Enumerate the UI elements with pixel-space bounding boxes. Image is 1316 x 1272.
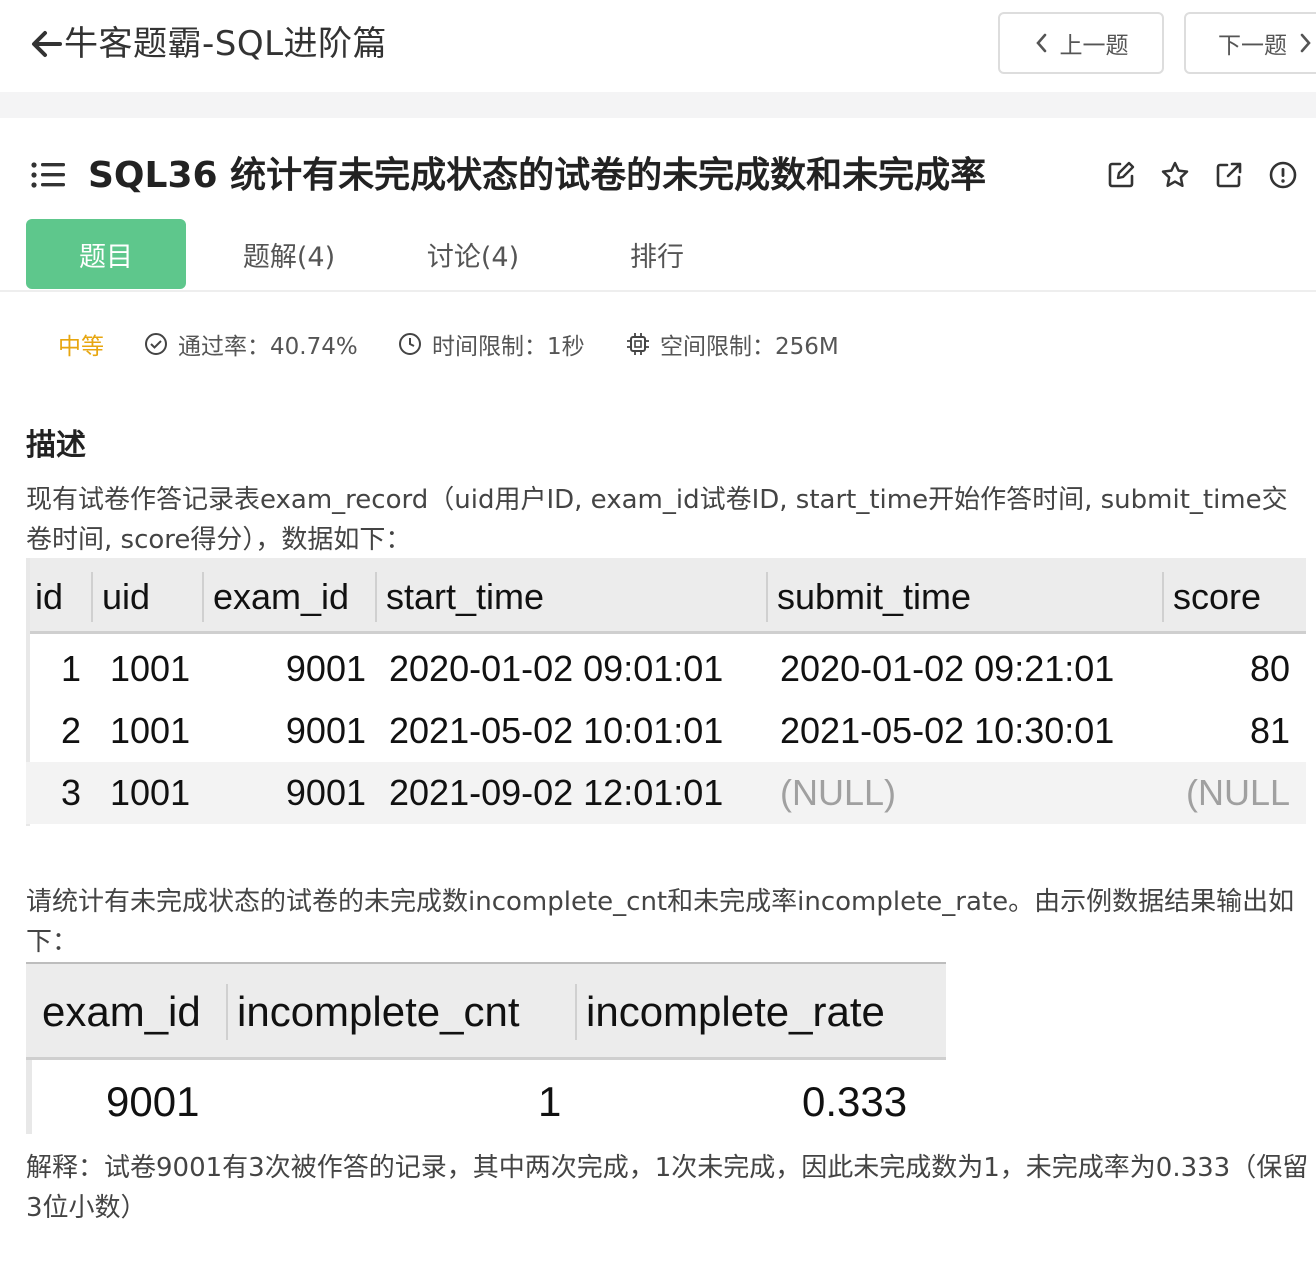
column-header: incomplete_rate bbox=[575, 984, 885, 1040]
top-bar: 牛客题霸-SQL进阶篇 上一题 下一题 bbox=[0, 0, 1316, 92]
back-link[interactable]: 牛客题霸-SQL进阶篇 bbox=[30, 22, 387, 66]
tab-solutions[interactable]: 题解(4) bbox=[214, 219, 364, 289]
result-table: exam_id incomplete_cnt incomplete_rate 9… bbox=[26, 962, 946, 1134]
table-cell: 9001 bbox=[285, 648, 366, 689]
table-header: exam_id incomplete_cnt incomplete_rate bbox=[26, 962, 946, 1060]
clock-icon bbox=[399, 333, 421, 355]
difficulty-badge: 中等 bbox=[58, 334, 104, 360]
table-cell: 1 bbox=[538, 1078, 562, 1125]
column-header: uid bbox=[91, 572, 150, 622]
table-cell: 2 bbox=[60, 710, 81, 751]
space-limit: 空间限制：256M bbox=[626, 324, 839, 364]
table-cell: 9001 bbox=[285, 710, 366, 751]
arrow-left-icon[interactable] bbox=[30, 22, 64, 66]
tab-problem[interactable]: 题目 bbox=[26, 219, 186, 289]
table-cell: 2021-09-02 12:01:01 bbox=[389, 772, 724, 813]
next-question-label: 下一题 bbox=[1218, 33, 1287, 59]
pass-rate-text: 通过率：40.74% bbox=[178, 334, 358, 360]
table-cell: 2021-05-02 10:01:01 bbox=[389, 710, 724, 751]
column-header: incomplete_cnt bbox=[226, 984, 520, 1040]
column-header: exam_id bbox=[42, 988, 201, 1035]
time-limit-text: 时间限制：1秒 bbox=[432, 334, 585, 360]
list-icon[interactable] bbox=[30, 160, 66, 190]
table-cell: 2020-01-02 09:21:01 bbox=[780, 648, 1115, 689]
pass-rate: 通过率：40.74% bbox=[144, 324, 358, 364]
chevron-right-icon bbox=[1300, 33, 1311, 53]
column-header: start_time bbox=[375, 572, 544, 622]
description-intro: 现有试卷作答记录表exam_record（uid用户ID, exam_id试卷I… bbox=[26, 485, 1288, 555]
table-cell: 0.333 bbox=[802, 1078, 908, 1125]
prev-question-label: 上一题 bbox=[1059, 33, 1129, 59]
table-cell: (NULL) bbox=[780, 772, 897, 813]
table-cell: 81 bbox=[1249, 710, 1290, 751]
table-cell: 1 bbox=[60, 648, 81, 689]
problem-title-row: SQL36 统计有未完成状态的试卷的未完成数和未完成率 bbox=[0, 118, 1316, 220]
star-icon[interactable] bbox=[1160, 160, 1190, 190]
chevron-left-icon bbox=[1035, 33, 1046, 53]
separator-band bbox=[0, 92, 1316, 118]
table-cell: 1001 bbox=[110, 772, 191, 813]
table-cell: 1001 bbox=[110, 648, 191, 689]
table-cell: 2020-01-02 09:01:01 bbox=[389, 648, 724, 689]
column-header: score bbox=[1162, 572, 1261, 622]
table-cell: 2021-05-02 10:30:01 bbox=[780, 710, 1115, 751]
chip-icon bbox=[627, 333, 649, 355]
column-header: submit_time bbox=[766, 572, 971, 622]
column-header: exam_id bbox=[202, 572, 349, 622]
table-cell: (NULL bbox=[1185, 772, 1290, 813]
check-circle-icon bbox=[145, 333, 167, 355]
table-cell: 9001 bbox=[285, 772, 366, 813]
table-cell: 1001 bbox=[110, 710, 191, 751]
column-header: id bbox=[35, 576, 64, 617]
problem-tabs: 题目 题解(4) 讨论(4) 排行 bbox=[0, 218, 1316, 292]
edit-icon[interactable] bbox=[1106, 160, 1136, 190]
table-row: 3 1001 9001 2021-09-02 12:01:01 (NULL) (… bbox=[26, 762, 1306, 824]
space-limit-text: 空间限制：256M bbox=[660, 334, 839, 360]
table-row: 2 1001 9001 2021-05-02 10:01:01 2021-05-… bbox=[26, 700, 1306, 762]
table-header: id uid exam_id start_time submit_time sc… bbox=[26, 558, 1306, 634]
table-row: 9001 1 0.333 bbox=[26, 1070, 946, 1134]
time-limit: 时间限制：1秒 bbox=[398, 324, 585, 364]
table-cell: 9001 bbox=[106, 1078, 200, 1125]
share-icon[interactable] bbox=[1214, 160, 1244, 190]
explanation-text: 解释：试卷9001有3次被作答的记录，其中两次完成，1次未完成，因此未完成数为1… bbox=[26, 1153, 1309, 1223]
task-description: 请统计有未完成状态的试卷的未完成数incomplete_cnt和未完成率inco… bbox=[26, 887, 1295, 957]
prev-question-button[interactable]: 上一题 bbox=[998, 12, 1164, 74]
table-cell: 80 bbox=[1249, 648, 1290, 689]
tab-discussion[interactable]: 讨论(4) bbox=[398, 219, 548, 289]
page-title: SQL36 统计有未完成状态的试卷的未完成数和未完成率 bbox=[88, 155, 987, 196]
report-icon[interactable] bbox=[1268, 160, 1298, 190]
table-row: 1 1001 9001 2020-01-02 09:01:01 2020-01-… bbox=[26, 638, 1306, 700]
table-cell: 3 bbox=[60, 772, 81, 813]
problem-meta: 中等 通过率：40.74% 时间限制：1秒 空间限制：256M bbox=[0, 324, 1316, 364]
back-title[interactable]: 牛客题霸-SQL进阶篇 bbox=[64, 22, 387, 66]
description-heading: 描述 bbox=[26, 428, 86, 463]
tab-ranking[interactable]: 排行 bbox=[592, 219, 722, 289]
exam-record-table: id uid exam_id start_time submit_time sc… bbox=[26, 558, 1306, 826]
next-question-button[interactable]: 下一题 bbox=[1184, 12, 1316, 74]
